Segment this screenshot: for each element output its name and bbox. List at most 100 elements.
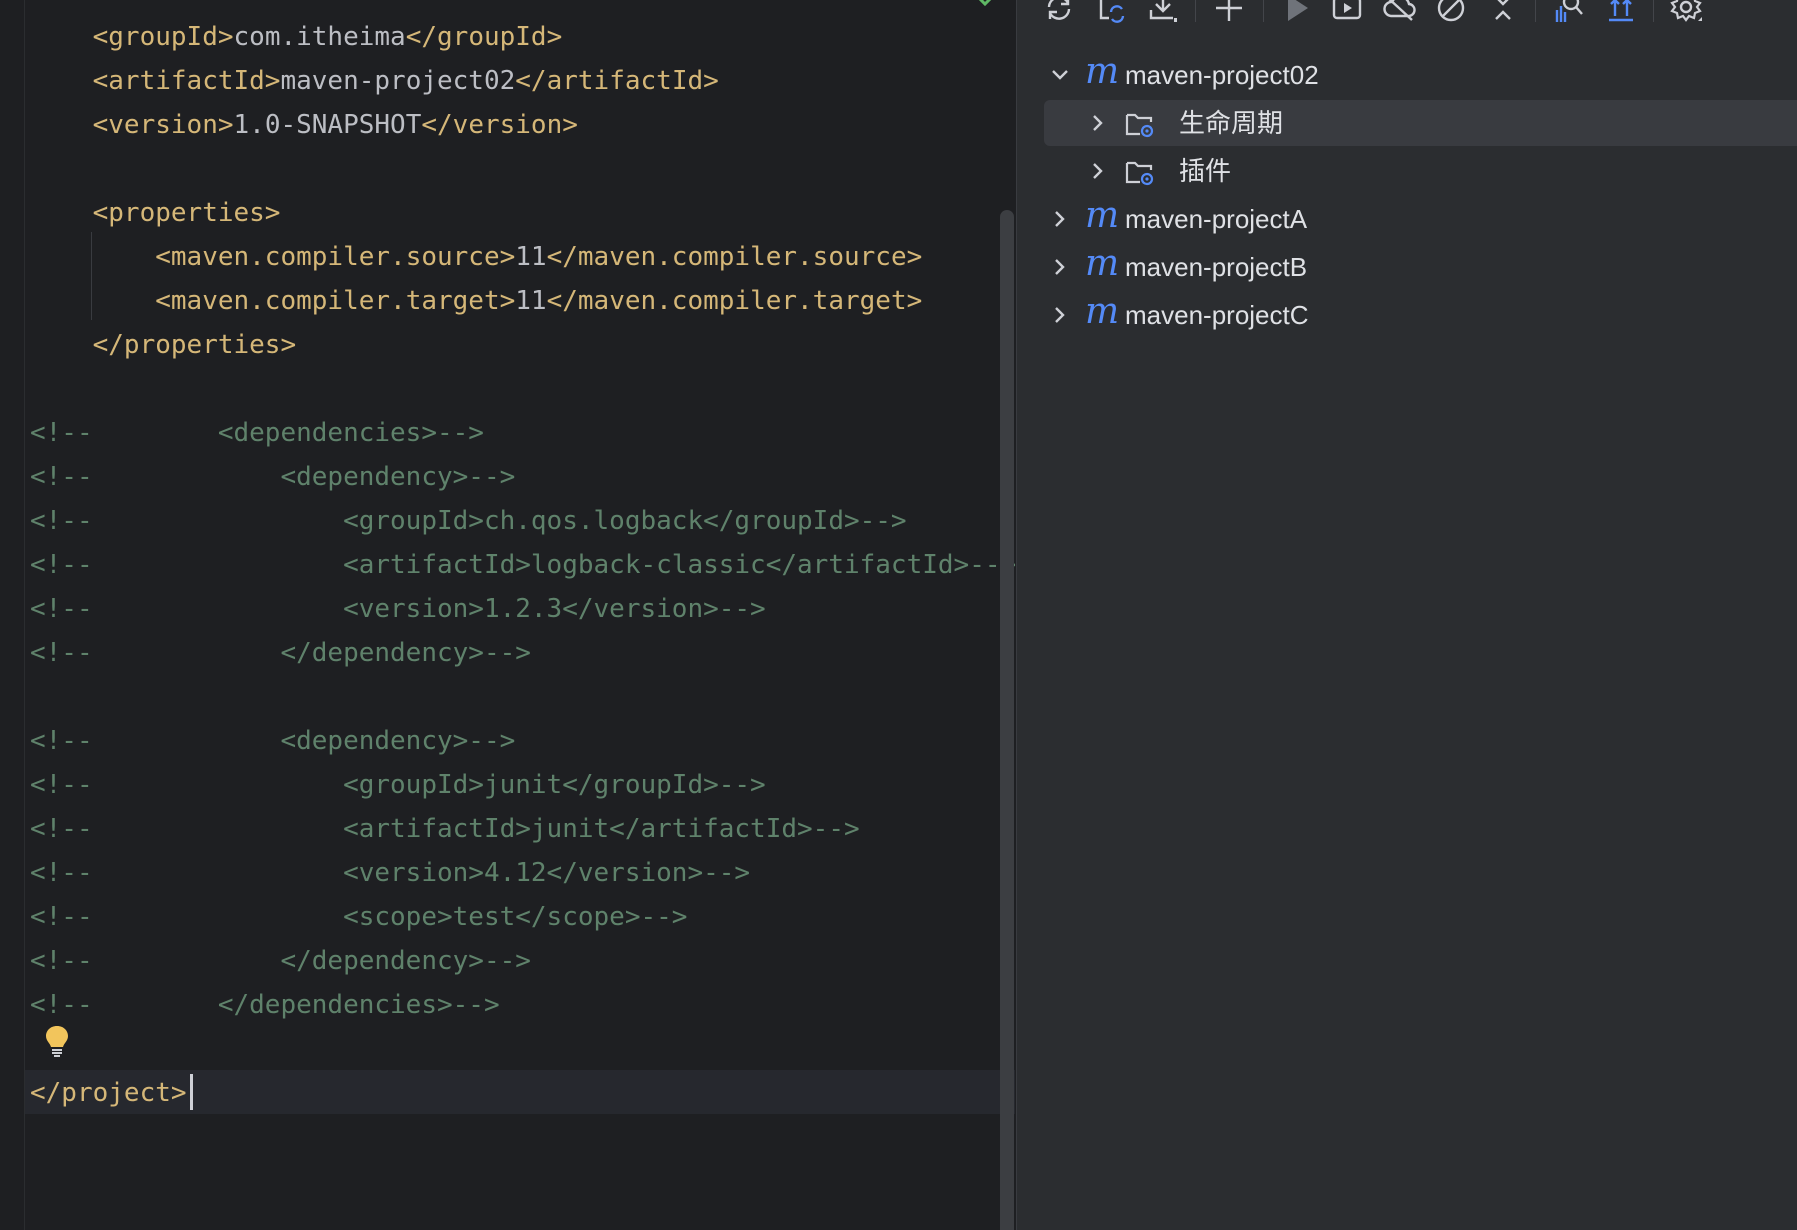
offline-icon[interactable] (1381, 0, 1417, 26)
editor-scrollbar[interactable] (1000, 210, 1014, 1230)
tree-item-label: maven-projectB (1125, 252, 1308, 282)
xml-tag: <maven.compiler.target> (155, 286, 516, 316)
maven-m-icon: m (1085, 51, 1120, 92)
reload-icon[interactable] (1041, 0, 1077, 26)
tree-item-label: 插件 (1179, 156, 1232, 186)
inspection-ok-icon[interactable] (976, 0, 998, 14)
chevron-right-icon[interactable] (1048, 255, 1072, 279)
xml-comment: <!-- <artifactId>logback-classic</artifa… (30, 550, 1017, 580)
xml-tag: <properties> (92, 198, 281, 228)
plugins-folder-icon (1125, 161, 1154, 186)
chevron-right-icon[interactable] (1086, 159, 1110, 183)
code-line[interactable]: <!-- </dependency>--> (30, 939, 531, 983)
intention-bulb-icon[interactable] (44, 1024, 70, 1062)
xml-text: maven-project02 (280, 66, 516, 96)
maven-m-icon: m (1085, 195, 1120, 236)
code-line[interactable]: <!-- <groupId>ch.qos.logback</groupId>--… (30, 499, 907, 543)
code-line[interactable]: <!-- <artifactId>logback-classic</artifa… (30, 543, 1016, 587)
tree-item-maven-projectA[interactable]: m maven-projectA (1017, 196, 1797, 242)
xml-comment: <!-- <groupId>junit</groupId>--> (30, 770, 766, 800)
xml-comment: <!-- </dependencies>--> (30, 990, 500, 1020)
code-line[interactable]: <maven.compiler.target>11</maven.compile… (30, 279, 922, 323)
tree-item-maven-projectC[interactable]: m maven-projectC (1017, 292, 1797, 338)
xml-comment: <!-- </dependency>--> (30, 946, 531, 976)
code-line[interactable]: <!-- <version>4.12</version>--> (30, 851, 750, 895)
xml-text (30, 22, 93, 52)
tree-item-maven-project02[interactable]: m maven-project02 (1017, 52, 1797, 98)
settings-icon[interactable] (1669, 0, 1705, 26)
reimport-icon[interactable] (1093, 0, 1129, 26)
add-icon[interactable] (1211, 0, 1247, 26)
show-dependencies-icon[interactable] (1603, 0, 1639, 26)
code-line[interactable]: <!-- <groupId>junit</groupId>--> (30, 763, 766, 807)
xml-text (30, 242, 155, 272)
xml-comment: <!-- </dependency>--> (30, 638, 531, 668)
xml-tag: </version> (421, 110, 578, 140)
xml-text (30, 66, 93, 96)
chevron-right-icon[interactable] (1048, 303, 1072, 327)
code-line[interactable]: <properties> (30, 191, 281, 235)
maven-m-icon: m (1085, 243, 1120, 284)
code-line[interactable]: <!-- <dependency>--> (30, 719, 515, 763)
xml-text: 1.0-SNAPSHOT (233, 110, 422, 140)
xml-tag: </project> (30, 1078, 187, 1108)
xml-tag: <version> (92, 110, 234, 140)
chevron-down-icon[interactable] (1048, 63, 1072, 87)
xml-text: 11 (515, 242, 547, 272)
code-line[interactable]: <!-- <artifactId>junit</artifactId>--> (30, 807, 860, 851)
xml-comment: <!-- <scope>test</scope>--> (30, 902, 688, 932)
download-icon[interactable] (1145, 0, 1181, 26)
tree-item-label: 生命周期 (1179, 108, 1284, 138)
code-line[interactable]: <!-- </dependencies>--> (30, 983, 500, 1027)
xml-tag: </maven.compiler.source> (546, 242, 923, 272)
tree-item-label: maven-project02 (1125, 60, 1319, 90)
xml-text: com.itheima (233, 22, 406, 52)
code-line[interactable]: <artifactId>maven-project02</artifactId> (30, 59, 719, 103)
tree-item-lifecycle[interactable]: 生命周期 (1044, 100, 1797, 146)
code-line[interactable]: <!-- <dependencies>--> (30, 411, 484, 455)
text-caret (190, 1074, 193, 1110)
skip-tests-icon[interactable] (1433, 0, 1469, 26)
toolbar-separator (1535, 0, 1536, 22)
run-icon[interactable] (1279, 0, 1315, 26)
xml-comment: <!-- <version>1.2.3</version>--> (30, 594, 766, 624)
toolbar-separator (1195, 0, 1196, 22)
tree-item-maven-projectB[interactable]: m maven-projectB (1017, 244, 1797, 290)
code-line[interactable]: <maven.compiler.source>11</maven.compile… (30, 235, 922, 279)
execute-goal-icon[interactable] (1329, 0, 1365, 26)
xml-tag: <groupId> (92, 22, 234, 52)
tree-item-label: maven-projectA (1125, 204, 1308, 234)
chevron-right-icon[interactable] (1048, 207, 1072, 231)
code-line[interactable]: <!-- <dependency>--> (30, 455, 515, 499)
code-line[interactable]: <!-- <scope>test</scope>--> (30, 895, 687, 939)
tree-item-label: maven-projectC (1125, 300, 1309, 330)
code-line[interactable]: <groupId>com.itheima</groupId> (30, 15, 563, 59)
xml-tag: <artifactId> (92, 66, 281, 96)
xml-tag: </properties> (92, 330, 297, 360)
xml-text: 11 (515, 286, 547, 316)
xml-tag: </artifactId> (515, 66, 719, 96)
chevron-right-icon[interactable] (1086, 111, 1110, 135)
xml-text (30, 110, 93, 140)
analyze-dependencies-icon[interactable] (1551, 0, 1587, 26)
xml-tag: </groupId> (405, 22, 563, 52)
xml-comment: <!-- <artifactId>junit</artifactId>--> (30, 814, 860, 844)
code-line[interactable]: </properties> (30, 323, 297, 367)
code-line[interactable]: <!-- <version>1.2.3</version>--> (30, 587, 766, 631)
code-editor[interactable]: <groupId>com.itheima</groupId> <artifact… (0, 0, 1017, 1230)
xml-comment: <!-- <dependency>--> (30, 726, 516, 756)
code-line[interactable]: <!-- </dependency>--> (30, 631, 531, 675)
tree-item-plugins[interactable]: 插件 (1017, 148, 1797, 194)
xml-tag: </maven.compiler.target> (546, 286, 923, 316)
xml-tag: <maven.compiler.source> (155, 242, 516, 272)
code-line[interactable]: </project> (30, 1071, 187, 1115)
xml-text (30, 330, 93, 360)
toolbar-separator (1653, 0, 1654, 22)
code-line[interactable]: <version>1.0-SNAPSHOT</version> (30, 103, 578, 147)
maven-m-icon: m (1085, 291, 1120, 332)
collapse-icon[interactable] (1485, 0, 1521, 26)
xml-comment: <!-- <version>4.12</version>--> (30, 858, 751, 888)
maven-toolbar (1017, 0, 1797, 36)
xml-comment: <!-- <dependency>--> (30, 462, 516, 492)
gutter-divider (24, 0, 25, 1230)
